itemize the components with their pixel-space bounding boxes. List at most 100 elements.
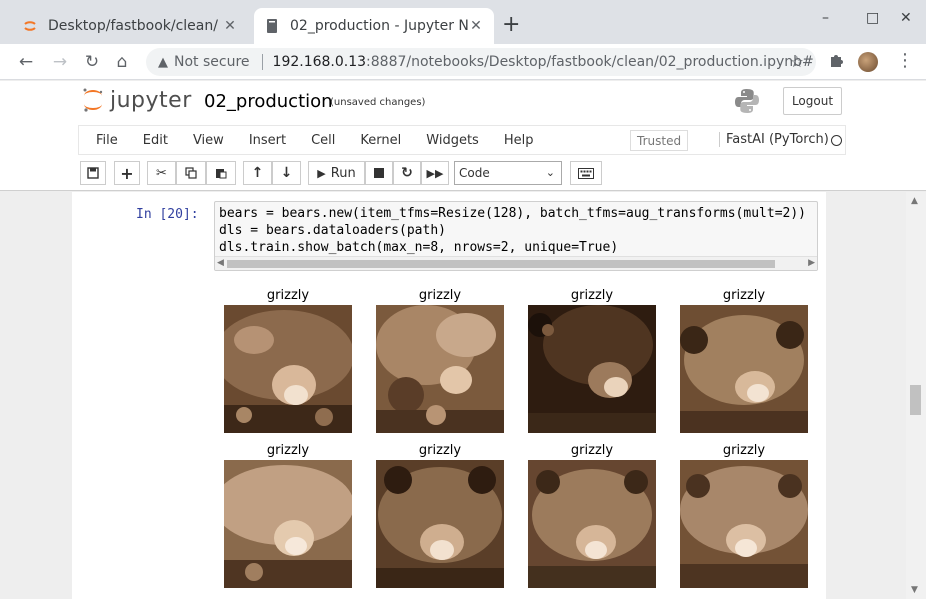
fast-forward-icon[interactable]: ▶▶ — [421, 161, 449, 185]
tab-title: Desktop/fastbook/clean/ — [48, 18, 218, 34]
vertical-scrollbar[interactable]: ▲ ▼ — [906, 192, 926, 599]
image-label: grizzly — [722, 288, 766, 303]
forward-arrow-icon[interactable]: → — [48, 50, 72, 74]
move-down-icon[interactable]: ↓ — [272, 161, 301, 185]
jupyter-wordmark: jupyter — [110, 87, 192, 113]
new-tab-button[interactable]: + — [502, 13, 520, 37]
scrollbar-thumb[interactable] — [227, 260, 775, 268]
python-logo-icon — [733, 87, 761, 115]
logout-button[interactable]: Logout — [783, 87, 842, 115]
play-icon: ▶ — [317, 166, 326, 180]
output-image-7: grizzly — [528, 443, 656, 588]
image-label: grizzly — [266, 288, 310, 303]
run-button[interactable]: ▶ Run — [308, 161, 365, 185]
puzzle-icon[interactable] — [828, 52, 844, 72]
image-label: grizzly — [570, 288, 614, 303]
keyboard-icon[interactable] — [570, 161, 602, 185]
image-label: grizzly — [418, 288, 462, 303]
bear-photo — [376, 460, 504, 588]
scroll-down-icon[interactable]: ▼ — [911, 585, 918, 595]
jupyter-logo-icon — [82, 87, 104, 113]
bear-photo — [224, 460, 352, 588]
scrollbar-thumb[interactable] — [910, 385, 921, 415]
tab-title: 02_production - Jupyter N — [290, 18, 468, 34]
image-label: grizzly — [266, 443, 310, 458]
chevron-down-icon: ⌄ — [545, 166, 555, 179]
kernel-name[interactable]: FastAI (PyTorch) — [719, 132, 829, 147]
kernel-idle-icon — [831, 135, 842, 146]
minimize-icon[interactable]: – — [822, 10, 829, 26]
bear-photo — [680, 305, 808, 433]
browser-toolbar: ← → ↻ ⌂ ▲ Not secure 192.168.0.13:8887/n… — [0, 44, 926, 80]
restart-icon[interactable]: ↻ — [393, 161, 421, 185]
tab-notebook[interactable]: 02_production - Jupyter N ✕ — [254, 8, 494, 44]
bear-photo — [224, 305, 352, 433]
browser-tabstrip: Desktop/fastbook/clean/ ✕ 02_production … — [0, 0, 926, 44]
menu-cell[interactable]: Cell — [311, 133, 335, 148]
menu-kernel[interactable]: Kernel — [360, 133, 401, 148]
menu-file[interactable]: File — [96, 133, 118, 148]
menu-help[interactable]: Help — [504, 133, 534, 148]
output-image-3: grizzly — [528, 288, 656, 433]
profile-avatar[interactable] — [858, 52, 878, 72]
image-label: grizzly — [570, 443, 614, 458]
paste-icon[interactable] — [206, 161, 236, 185]
browser-menu-icon[interactable]: ⋮ — [896, 50, 914, 71]
window-close-icon[interactable]: ✕ — [900, 10, 912, 26]
scroll-up-icon[interactable]: ▲ — [911, 196, 918, 206]
bear-photo — [528, 460, 656, 588]
horizontal-scrollbar[interactable]: ◀ ▶ — [215, 256, 817, 270]
scroll-left-icon[interactable]: ◀ — [217, 258, 224, 268]
jupyter-favicon-icon — [22, 18, 38, 34]
reload-icon[interactable]: ↻ — [80, 50, 104, 74]
menu-widgets[interactable]: Widgets — [426, 133, 479, 148]
menubar: File Edit View Insert Cell Kernel Widget… — [78, 125, 846, 155]
notebook-container: In [20]: bears = bears.new(item_tfms=Res… — [0, 192, 926, 599]
code-line-3: dls.train.show_batch(max_n=8, nrows=2, u… — [219, 240, 618, 255]
notebook-favicon-icon — [264, 18, 280, 34]
cell-type-value: Code — [459, 166, 490, 180]
jupyter-logo[interactable]: jupyter — [82, 87, 192, 113]
menu-insert[interactable]: Insert — [249, 133, 286, 148]
security-label[interactable]: Not secure — [174, 54, 250, 70]
bear-photo — [680, 460, 808, 588]
close-icon[interactable]: ✕ — [468, 18, 484, 34]
output-image-1: grizzly — [224, 288, 352, 433]
insert-cell-icon[interactable]: + — [114, 161, 140, 185]
tab-file-browser[interactable]: Desktop/fastbook/clean/ ✕ — [12, 8, 248, 44]
image-label: grizzly — [418, 443, 462, 458]
code-line-2: dls = bears.dataloaders(path) — [219, 223, 446, 238]
output-image-6: grizzly — [376, 443, 504, 588]
trusted-indicator[interactable]: Trusted — [630, 130, 689, 151]
home-icon[interactable]: ⌂ — [110, 50, 134, 74]
output-image-8: grizzly — [680, 443, 808, 588]
code-line-1: bears = bears.new(item_tfms=Resize(128),… — [219, 206, 806, 221]
menu-edit[interactable]: Edit — [143, 133, 168, 148]
stop-icon[interactable] — [365, 161, 393, 185]
output-image-2: grizzly — [376, 288, 504, 433]
code-line-3-text: dls.train.show_batch(max_n=8, nrows=2, u… — [219, 240, 619, 255]
maximize-icon[interactable]: □ — [866, 10, 879, 26]
run-label: Run — [330, 165, 356, 181]
divider — [261, 54, 263, 70]
scroll-right-icon[interactable]: ▶ — [808, 258, 815, 268]
bear-photo — [376, 305, 504, 433]
back-arrow-icon[interactable]: ← — [14, 50, 38, 74]
address-bar[interactable]: ▲ Not secure 192.168.0.13:8887/notebooks… — [146, 48, 816, 76]
notebook-name[interactable]: 02_production — [204, 91, 333, 112]
save-icon[interactable] — [80, 161, 106, 185]
menu-view[interactable]: View — [193, 133, 224, 148]
output-image-4: grizzly — [680, 288, 808, 433]
output-image-5: grizzly — [224, 443, 352, 588]
code-cell-editor[interactable]: bears = bears.new(item_tfms=Resize(128),… — [214, 201, 818, 271]
cut-icon[interactable]: ✂ — [147, 161, 176, 185]
bookmark-star-icon[interactable]: ☆ — [790, 52, 804, 71]
input-prompt: In [20]: — [136, 207, 199, 222]
image-label: grizzly — [722, 443, 766, 458]
url-path: :8887/notebooks/Desktop/fastbook/clean/0… — [366, 54, 814, 70]
move-up-icon[interactable]: ↑ — [243, 161, 272, 185]
close-icon[interactable]: ✕ — [222, 18, 238, 34]
copy-icon[interactable] — [176, 161, 206, 185]
warning-triangle-icon[interactable]: ▲ — [158, 55, 168, 70]
cell-type-select[interactable]: Code ⌄ — [454, 161, 562, 185]
